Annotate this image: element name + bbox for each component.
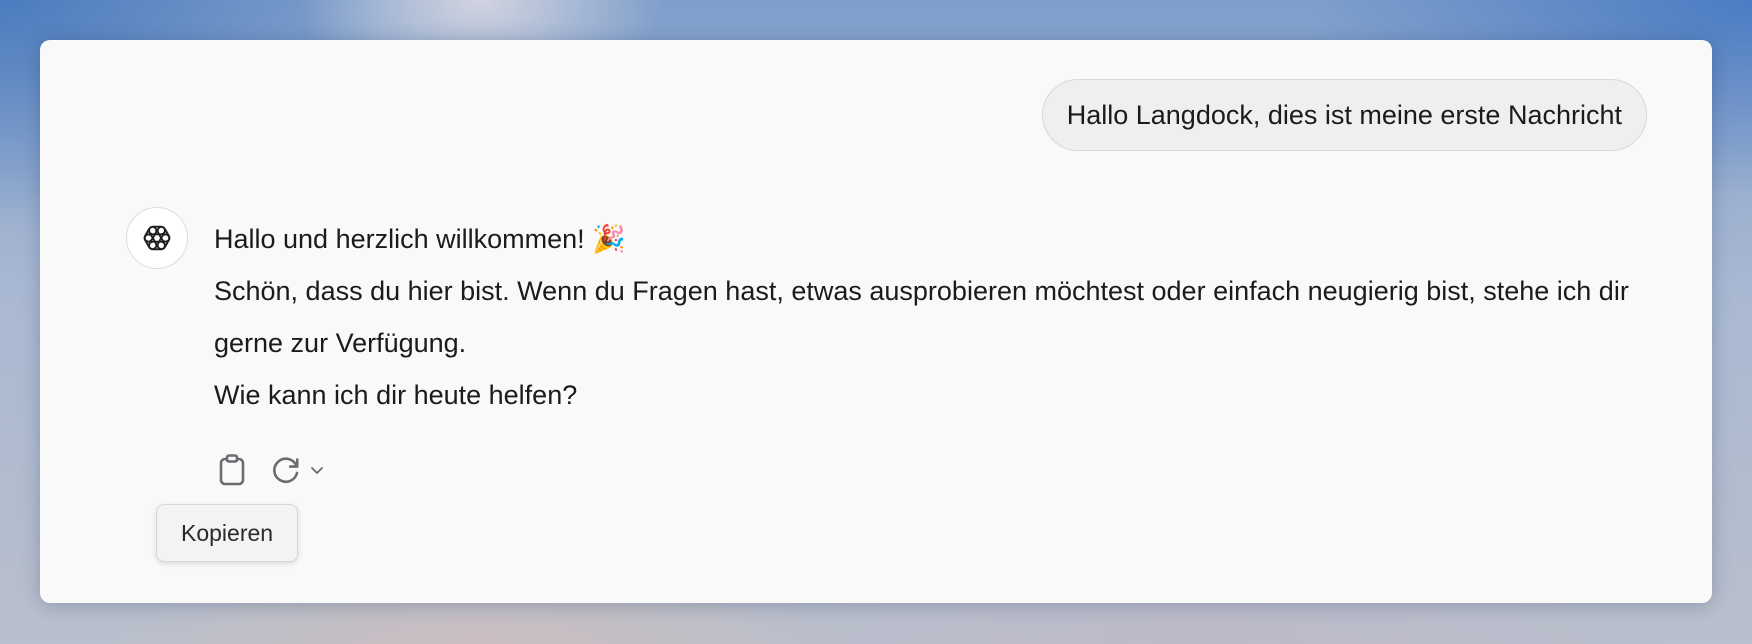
assistant-greeting: Hallo und herzlich willkommen! 🎉 bbox=[214, 224, 626, 254]
regenerate-options-button[interactable] bbox=[306, 450, 328, 490]
message-actions bbox=[214, 450, 328, 490]
assistant-paragraph: Schön, dass du hier bist. Wenn du Fragen… bbox=[214, 276, 1629, 358]
user-message-bubble: Hallo Langdock, dies ist meine erste Nac… bbox=[1041, 79, 1647, 151]
chat-panel: Hallo Langdock, dies ist meine erste Nac… bbox=[40, 40, 1712, 603]
assistant-avatar bbox=[126, 207, 188, 269]
assistant-question: Wie kann ich dir heute helfen? bbox=[214, 380, 578, 410]
regenerate-button[interactable] bbox=[268, 450, 304, 490]
refresh-icon bbox=[273, 457, 299, 483]
openai-logo-icon bbox=[143, 225, 171, 251]
copy-tooltip: Kopieren bbox=[156, 504, 299, 562]
copy-button[interactable] bbox=[214, 450, 250, 490]
assistant-message: Hallo und herzlich willkommen! 🎉 Schön, … bbox=[214, 213, 1654, 421]
clipboard-icon bbox=[219, 454, 245, 486]
tooltip-label: Kopieren bbox=[181, 519, 274, 546]
user-message-text: Hallo Langdock, dies ist meine erste Nac… bbox=[1066, 99, 1622, 130]
chevron-down-icon bbox=[311, 467, 323, 474]
